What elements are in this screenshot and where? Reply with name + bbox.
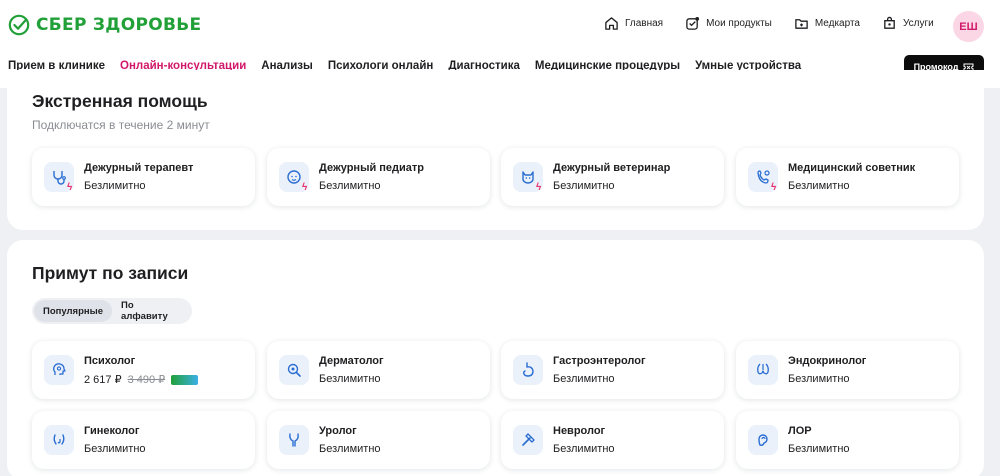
sort-alphabetical-tab[interactable]: По алфавиту: [112, 300, 190, 322]
tile-urologist[interactable]: Уролог Безлимитно: [267, 411, 490, 469]
tile-title: Эндокринолог: [788, 355, 867, 367]
tile-title: Гинеколог: [84, 425, 140, 437]
sber-prime-badge: [171, 374, 199, 385]
ear-icon: [748, 425, 778, 455]
nav-services[interactable]: Услуги: [882, 16, 934, 31]
psychologist-icon: [44, 355, 74, 385]
nav-my-products-label: Мои продукты: [706, 18, 772, 29]
old-price: 3 490 ₽: [127, 374, 166, 386]
price-row: 2 617 ₽ 3 490 ₽: [84, 373, 199, 386]
emergency-section: Экстренная помощь Подключатся в течение …: [7, 70, 984, 230]
sber-health-logo[interactable]: СБЕР ЗДОРОВЬЕ: [8, 14, 201, 36]
scheduled-section: Примут по записи Популярные По алфавиту …: [7, 240, 984, 476]
medcard-icon: [795, 19, 808, 29]
tile-duty-pediatrician[interactable]: ϟ Дежурный педиатр Безлимитно: [267, 148, 490, 206]
user-avatar[interactable]: ЕШ: [953, 11, 984, 42]
nav-home[interactable]: Главная: [604, 16, 663, 31]
tile-neurologist[interactable]: Невролог Безлимитно: [501, 411, 724, 469]
tile-subtitle: Безлимитно: [553, 180, 615, 192]
tile-title: Невролог: [553, 425, 606, 437]
top-navigation: Главная Мои продукты Медкарта Услуги: [604, 16, 956, 31]
tile-subtitle: Безлимитно: [553, 443, 615, 455]
tile-medical-advisor[interactable]: ϟ Медицинский советник Безлимитно: [736, 148, 959, 206]
tile-title: Гастроэнтеролог: [553, 355, 646, 367]
lightning-icon: ϟ: [302, 182, 308, 193]
tile-subtitle: Безлимитно: [788, 180, 850, 192]
tile-duty-therapist[interactable]: ϟ Дежурный терапевт Безлимитно: [32, 148, 255, 206]
services-icon: [884, 16, 895, 29]
tile-duty-veterinarian[interactable]: ϟ Дежурный ветеринар Безлимитно: [501, 148, 724, 206]
tile-title: Дежурный терапевт: [84, 162, 194, 174]
tile-ent[interactable]: ЛОР Безлимитно: [736, 411, 959, 469]
home-icon: [605, 17, 618, 30]
tile-title: Дежурный педиатр: [319, 162, 425, 174]
scheduled-title: Примут по записи: [32, 263, 189, 283]
tile-subtitle: Безлимитно: [319, 373, 381, 385]
tile-subtitle: Безлимитно: [84, 443, 146, 455]
nav-home-label: Главная: [625, 18, 664, 29]
lightning-icon: ϟ: [771, 182, 777, 193]
emergency-subtitle: Подключатся в течение 2 минут: [32, 118, 210, 132]
tile-title: Дерматолог: [319, 355, 384, 367]
tile-subtitle: Безлимитно: [84, 180, 146, 192]
dermatologist-icon: [279, 355, 309, 385]
sber-logo-icon: [8, 14, 30, 36]
lightning-icon: ϟ: [536, 182, 542, 193]
tile-subtitle: Безлимитно: [788, 443, 850, 455]
tile-title: Уролог: [319, 425, 357, 437]
tile-title: Медицинский советник: [788, 162, 916, 174]
stomach-icon: [513, 355, 543, 385]
sort-popular-tab[interactable]: Популярные: [34, 300, 113, 322]
tile-subtitle: Безлимитно: [319, 180, 381, 192]
tile-title: Дежурный ветеринар: [553, 162, 671, 174]
tile-subtitle: Безлимитно: [553, 373, 615, 385]
tile-subtitle: Безлимитно: [319, 443, 381, 455]
tile-gastroenterologist[interactable]: Гастроэнтеролог Безлимитно: [501, 341, 724, 399]
reflex-hammer-icon: [513, 425, 543, 455]
tile-psychologist[interactable]: Психолог 2 617 ₽ 3 490 ₽: [32, 341, 255, 399]
urologist-icon: [279, 425, 309, 455]
emergency-title: Экстренная помощь: [32, 91, 208, 111]
brand-name: СБЕР ЗДОРОВЬЕ: [36, 15, 202, 35]
nav-medcard[interactable]: Медкарта: [794, 16, 860, 31]
nav-my-products[interactable]: Мои продукты: [685, 16, 772, 31]
tile-endocrinologist[interactable]: Эндокринолог Безлимитно: [736, 341, 959, 399]
nav-services-label: Услуги: [903, 18, 934, 29]
gynecologist-icon: [44, 425, 74, 455]
sort-toggle: Популярные По алфавиту: [32, 298, 192, 324]
tile-title: Психолог: [84, 355, 136, 367]
current-price: 2 617 ₽: [84, 374, 122, 386]
lightning-icon: ϟ: [67, 182, 73, 193]
tile-gynecologist[interactable]: Гинеколог Безлимитно: [32, 411, 255, 469]
nav-medcard-label: Медкарта: [814, 18, 860, 29]
tile-dermatologist[interactable]: Дерматолог Безлимитно: [267, 341, 490, 399]
tile-title: ЛОР: [788, 425, 812, 437]
products-icon: [686, 16, 700, 30]
thyroid-icon: [748, 355, 778, 385]
tile-subtitle: Безлимитно: [788, 373, 850, 385]
